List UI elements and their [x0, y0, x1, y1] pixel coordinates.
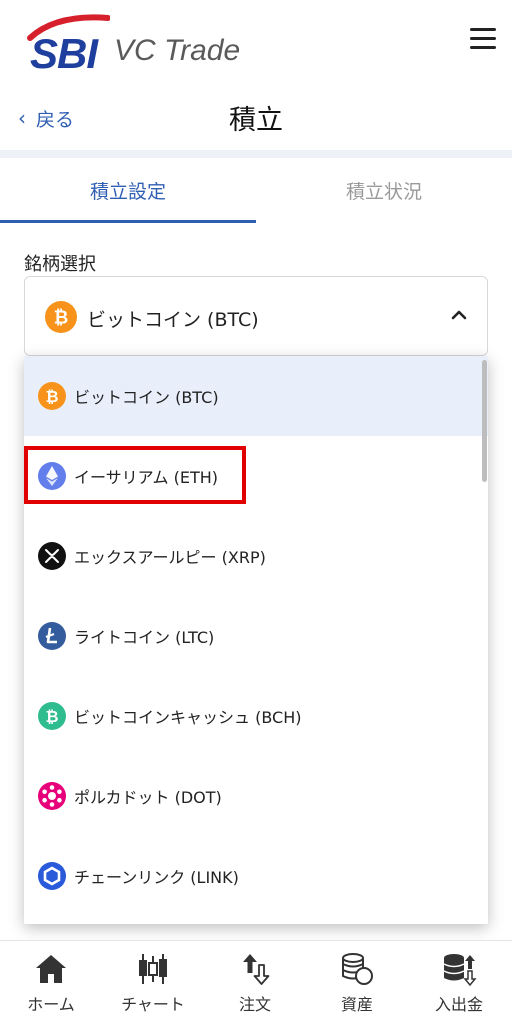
- deposit-withdraw-icon: [443, 954, 477, 987]
- nav-deposit-withdraw[interactable]: 入出金: [408, 941, 510, 1025]
- svg-text:₿: ₿: [45, 707, 58, 726]
- page-title: 積立: [229, 105, 283, 136]
- chainlink-icon: [38, 862, 66, 890]
- hamburger-menu-icon[interactable]: [470, 28, 496, 50]
- tab-accumulation-settings[interactable]: 積立設定: [0, 158, 256, 222]
- bitcoin-icon: ₿: [38, 382, 66, 410]
- app-header: SBI VC Trade: [0, 0, 512, 90]
- option-ltc[interactable]: ライトコイン (LTC): [24, 596, 488, 676]
- assets-icon: [342, 953, 373, 985]
- coin-select[interactable]: ₿ ビットコイン (BTC): [24, 276, 488, 356]
- dropdown-scrollbar[interactable]: [482, 360, 487, 482]
- nav-chart[interactable]: チャート: [102, 941, 204, 1025]
- chevron-left-icon: ‹: [18, 106, 26, 130]
- nav-home[interactable]: ホーム: [0, 941, 102, 1025]
- option-dot[interactable]: ポルカドット (DOT): [24, 756, 488, 836]
- nav-label: 入出金: [434, 995, 483, 1014]
- option-bch[interactable]: ₿ ビットコインキャッシュ (BCH): [24, 676, 488, 756]
- logo-vc-trade: VC Trade: [114, 34, 241, 67]
- nav-assets[interactable]: 資産: [306, 941, 408, 1025]
- option-label: ライトコイン (LTC): [74, 628, 215, 647]
- nav-order[interactable]: 注文: [204, 941, 306, 1025]
- nav-label: 資産: [340, 995, 373, 1014]
- svg-text:₿: ₿: [54, 308, 69, 329]
- coin-select-label: 銘柄選択: [24, 254, 96, 275]
- chart-icon: [139, 954, 167, 984]
- nav-label: ホーム: [27, 995, 75, 1014]
- divider: [0, 150, 512, 158]
- logo-sbi: SBI: [30, 30, 98, 77]
- selected-coin-value: ビットコイン (BTC): [87, 309, 259, 331]
- option-link[interactable]: チェーンリンク (LINK): [24, 836, 488, 916]
- nav-label: チャート: [121, 995, 185, 1014]
- tab-accumulation-status[interactable]: 積立状況: [256, 158, 512, 222]
- litecoin-icon: [38, 622, 66, 650]
- active-tab-indicator: [0, 220, 256, 223]
- option-label: ビットコインキャッシュ (BCH): [74, 708, 302, 727]
- chevron-up-icon: [451, 310, 467, 320]
- option-btc[interactable]: ₿ ビットコイン (BTC): [24, 356, 488, 436]
- back-label: 戻る: [36, 108, 75, 131]
- xrp-icon: [38, 542, 66, 570]
- bottom-navigation: ホーム チャート 注文 資産 入出金: [0, 940, 512, 1025]
- bitcoin-cash-icon: ₿: [38, 702, 66, 730]
- home-icon: [36, 955, 66, 983]
- back-button[interactable]: ‹ 戻る: [18, 104, 74, 132]
- option-label: ポルカドット (DOT): [74, 788, 222, 807]
- bitcoin-icon: ₿: [45, 301, 77, 333]
- highlight-box: [24, 446, 246, 504]
- nav-label: 注文: [238, 995, 271, 1014]
- order-icon: [243, 954, 270, 985]
- option-label: ビットコイン (BTC): [74, 388, 219, 407]
- option-xrp[interactable]: エックスアールピー (XRP): [24, 516, 488, 596]
- option-label: エックスアールピー (XRP): [74, 548, 266, 567]
- option-label: チェーンリンク (LINK): [74, 868, 239, 887]
- svg-text:₿: ₿: [45, 387, 58, 406]
- coin-dropdown-list[interactable]: ₿ ビットコイン (BTC) イーサリアム (ETH) エックスアールピー (X…: [24, 356, 488, 924]
- polkadot-icon: [38, 782, 66, 810]
